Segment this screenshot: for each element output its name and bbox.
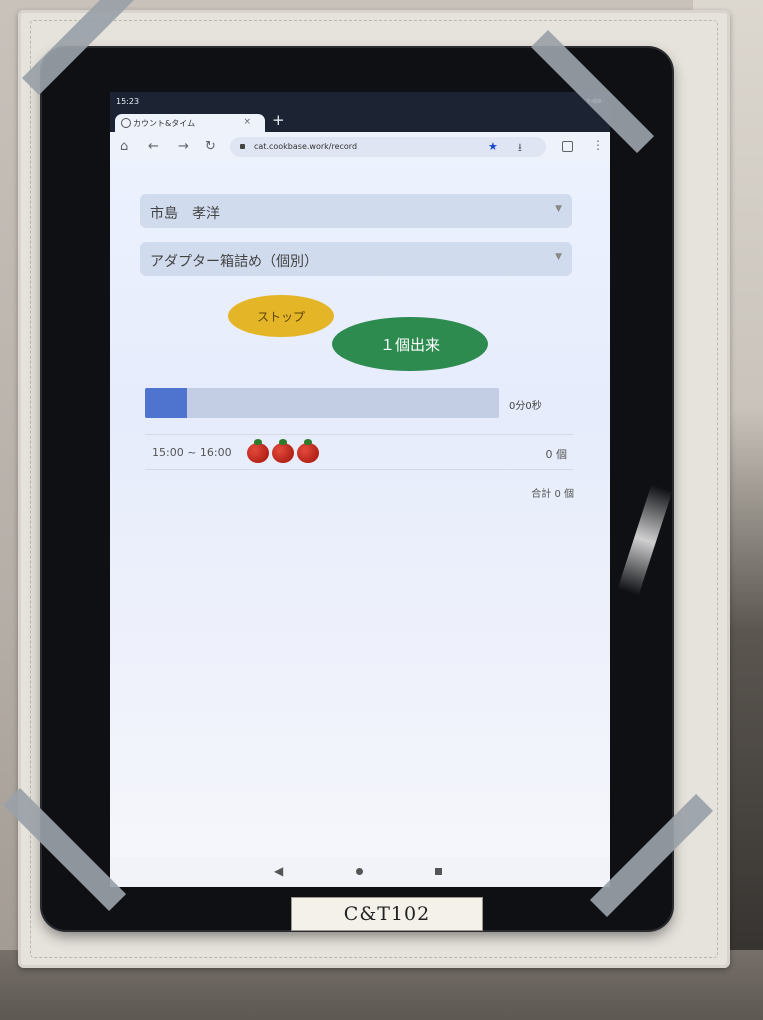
- nav-back-icon[interactable]: ◀: [274, 864, 283, 878]
- tomato-leaf: [254, 439, 262, 445]
- worker-select[interactable]: 市島 孝洋 ▼: [140, 194, 572, 228]
- browser-tab-strip: カウント&タイム × +: [110, 110, 610, 132]
- address-bar[interactable]: cat.cookbase.work/record: [230, 137, 546, 157]
- divider: [145, 469, 573, 470]
- photo-scene: 15:23 ▾◀▪ カウント&タイム × + ⌂ ← → ↻ cat.cookb…: [0, 0, 763, 1020]
- hourly-row: 15:00 ~ 16:00 0 個: [145, 435, 573, 469]
- status-time: 15:23: [116, 97, 140, 106]
- forward-icon[interactable]: →: [178, 139, 189, 154]
- stop-button[interactable]: ストップ: [228, 295, 334, 337]
- timer-progress-fill: [145, 388, 188, 418]
- tomato-leaf: [304, 439, 312, 445]
- device-label: C&T102: [291, 897, 483, 931]
- back-icon[interactable]: ←: [148, 139, 159, 154]
- android-nav-bar: ◀: [110, 857, 610, 887]
- tab-title: カウント&タイム: [133, 119, 196, 128]
- home-icon[interactable]: ⌂: [120, 139, 128, 154]
- task-select[interactable]: アダプター箱詰め（個別） ▼: [140, 242, 572, 276]
- download-icon[interactable]: ⭳: [518, 139, 522, 158]
- tab-switcher-icon[interactable]: [562, 141, 573, 152]
- timer-progress-bar: [145, 388, 499, 418]
- android-status-bar: 15:23 ▾◀▪: [110, 92, 610, 110]
- bookmark-star-icon[interactable]: ★: [488, 140, 498, 153]
- chevron-down-icon: ▼: [555, 252, 562, 262]
- favicon-icon: [121, 118, 131, 128]
- tomato-icon: [297, 439, 319, 463]
- one-done-button[interactable]: １個出来: [332, 317, 488, 371]
- elapsed-time: 0分0秒: [509, 401, 542, 412]
- device-label-text: C&T102: [343, 903, 431, 925]
- tomato-icons: [247, 439, 337, 465]
- tomato-icon: [272, 439, 294, 463]
- url-text: cat.cookbase.work/record: [254, 142, 358, 151]
- kebab-menu-icon[interactable]: ⋮: [592, 138, 604, 152]
- tomato-leaf: [279, 439, 287, 445]
- nav-recents-icon[interactable]: [435, 868, 442, 875]
- total-count: 合計 0 個: [531, 489, 574, 500]
- new-tab-button[interactable]: +: [272, 113, 285, 128]
- lock-icon: [240, 144, 245, 149]
- hour-range: 15:00 ~ 16:00: [152, 446, 232, 459]
- tablet-screen: 15:23 ▾◀▪ カウント&タイム × + ⌂ ← → ↻ cat.cookb…: [110, 92, 610, 887]
- hour-count: 0 個: [545, 448, 568, 461]
- tomato-icon: [247, 439, 269, 463]
- worker-select-value: 市島 孝洋: [150, 206, 220, 222]
- chevron-down-icon: ▼: [555, 204, 562, 214]
- nav-home-icon[interactable]: [356, 868, 363, 875]
- task-select-value: アダプター箱詰め（個別）: [150, 254, 318, 270]
- tab-close-icon[interactable]: ×: [243, 117, 251, 127]
- browser-tab[interactable]: カウント&タイム ×: [115, 114, 265, 132]
- browser-toolbar: ⌂ ← → ↻ cat.cookbase.work/record ★ ⭳ ⋮: [110, 132, 610, 162]
- reload-icon[interactable]: ↻: [205, 139, 216, 154]
